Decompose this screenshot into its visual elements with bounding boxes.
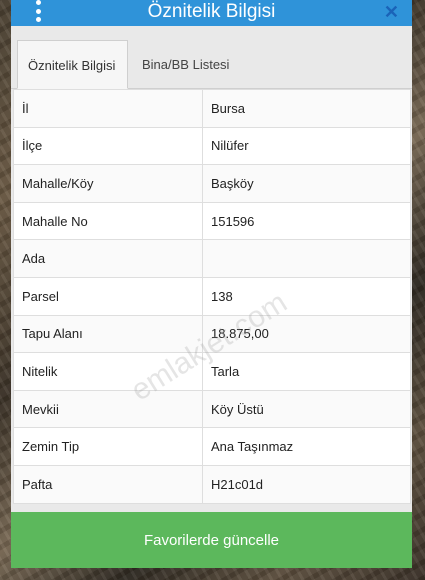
tab-attribute-info[interactable]: Öznitelik Bilgisi [17, 40, 128, 89]
dialog-title: Öznitelik Bilgisi [147, 1, 276, 22]
attr-key: Ada [13, 239, 203, 278]
update-favorites-button[interactable]: Favorilerde güncelle [11, 512, 412, 568]
table-row: Ada [13, 239, 411, 278]
attribute-dialog: Öznitelik Bilgisi ✕ Öznitelik Bilgisi Bi… [11, 0, 412, 568]
table-row: Parsel 138 [13, 276, 411, 316]
attr-key: Pafta [13, 464, 203, 504]
attr-key: İlçe [13, 126, 203, 166]
attr-value [202, 239, 411, 278]
attr-key: Tapu Alanı [13, 314, 203, 354]
attr-value: H21c01d [202, 464, 411, 504]
close-icon[interactable]: ✕ [384, 1, 399, 23]
dialog-header: Öznitelik Bilgisi ✕ [11, 0, 412, 26]
attribute-table: İl Bursa İlçe Nilüfer Mahalle/Köy Başköy Ma… [13, 89, 411, 504]
attr-key: Nitelik [13, 352, 203, 391]
attr-key: Zemin Tip [13, 427, 203, 466]
attr-key: Mevkii [13, 389, 203, 429]
attr-value: Bursa [202, 89, 411, 128]
table-row: Tapu Alanı 18.875,00 [13, 314, 411, 354]
attr-value: Ana Taşınmaz [202, 427, 411, 466]
table-row: Zemin Tip Ana Taşınmaz [13, 427, 411, 466]
table-row: Mahalle No 151596 [13, 201, 411, 241]
table-row: İl Bursa [13, 89, 411, 128]
table-row: Mahalle/Köy Başköy [13, 164, 411, 203]
attr-value: Nilüfer [202, 126, 411, 166]
attr-key: Mahalle/Köy [13, 164, 203, 203]
attr-value: Başköy [202, 164, 411, 203]
table-row: Pafta H21c01d [13, 464, 411, 504]
attr-key: İl [13, 89, 203, 128]
table-row: İlçe Nilüfer [13, 126, 411, 166]
table-row: Nitelik Tarla [13, 352, 411, 391]
attr-value: Köy Üstü [202, 389, 411, 429]
attr-value: Tarla [202, 352, 411, 391]
attr-key: Parsel [13, 276, 203, 316]
table-row: Mevkii Köy Üstü [13, 389, 411, 429]
attr-value: 151596 [202, 201, 411, 241]
attr-key: Mahalle No [13, 201, 203, 241]
tab-bar: Öznitelik Bilgisi Bina/BB Listesi [11, 40, 412, 89]
attr-value: 138 [202, 276, 411, 316]
attr-value: 18.875,00 [202, 314, 411, 354]
tab-building-list[interactable]: Bina/BB Listesi [132, 40, 239, 87]
